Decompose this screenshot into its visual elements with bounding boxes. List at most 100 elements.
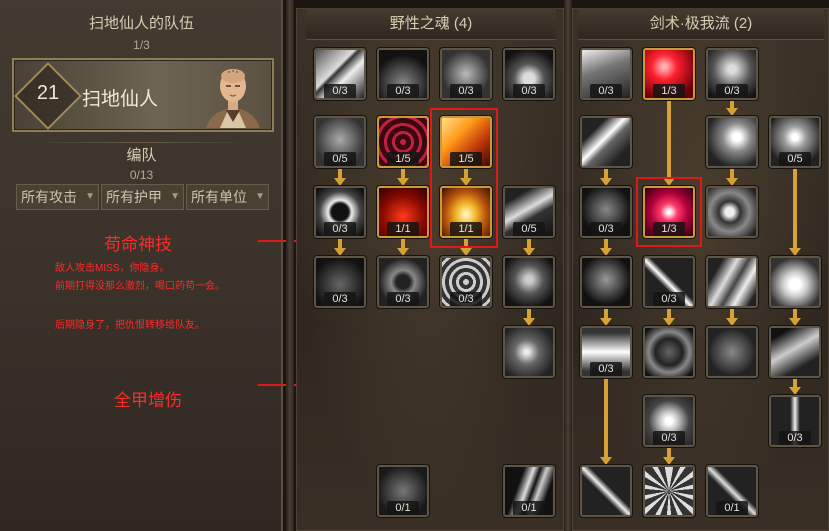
skill-slot-gauntlet[interactable]: 0/3 — [706, 48, 758, 100]
tree-connector — [338, 238, 342, 248]
annotation-title-1: 苟命神技 — [104, 235, 172, 254]
tree-connector — [793, 308, 797, 318]
skill-points: 0/3 — [779, 431, 811, 445]
skill-slot-chevron[interactable]: 0/3 — [580, 326, 632, 378]
tree-connector — [338, 168, 342, 178]
skill-points: 1/3 — [653, 84, 685, 98]
skill-slot-blades[interactable] — [706, 256, 758, 308]
arrow-down-icon — [460, 248, 472, 256]
skill-slot-sphere[interactable]: 0/5 — [769, 116, 821, 168]
skill-slot-web[interactable]: 1/5 — [377, 116, 429, 168]
chevron-down-icon: ▼ — [85, 191, 95, 202]
tree-connector — [604, 168, 608, 178]
skill-points: 0/3 — [590, 362, 622, 376]
skill-slot-slash[interactable] — [580, 116, 632, 168]
skill-slot-crossed-swords[interactable]: 0/1 — [706, 465, 758, 517]
skill-slot-helm[interactable]: 0/3 — [580, 48, 632, 100]
tree-connector — [667, 100, 671, 178]
skill-slot-twist[interactable] — [643, 326, 695, 378]
arrow-down-icon — [334, 248, 346, 256]
skill-slot-spike-ball[interactable]: 0/3 — [377, 256, 429, 308]
tree-connector — [527, 308, 531, 318]
skill-slot-eye-ball[interactable] — [706, 186, 758, 238]
tree-connector — [604, 238, 608, 248]
skill-slot-fangs[interactable]: 0/3 — [314, 186, 366, 238]
skill-slot-sword-up[interactable]: 0/3 — [769, 395, 821, 447]
skill-slot-skull[interactable] — [503, 256, 555, 308]
blades-icon — [708, 258, 756, 306]
skill-slot-rock-fist[interactable]: 0/3 — [440, 48, 492, 100]
skill-points: 0/5 — [779, 152, 811, 166]
annotation-desc-line: 后期隐身了，把仇恨转移给队友。 — [55, 320, 205, 331]
filter-attack[interactable]: 所有攻击 ▼ — [16, 184, 99, 210]
skill-slot-ogre[interactable]: 0/1 — [377, 465, 429, 517]
filter-unit[interactable]: 所有单位 ▼ — [186, 184, 269, 210]
skill-slot-whirl[interactable]: 0/5 — [503, 186, 555, 238]
skill-slot-wolf[interactable]: 0/5 — [314, 116, 366, 168]
skill-points: 0/1 — [387, 501, 419, 515]
hero-card[interactable]: 21 扫地仙人 — [12, 58, 274, 132]
tree-connector — [667, 447, 671, 457]
hero-portrait — [206, 69, 260, 128]
filter-armor[interactable]: 所有护甲 ▼ — [101, 184, 184, 210]
skill-points: 0/3 — [716, 84, 748, 98]
tree-connector — [730, 100, 734, 108]
skill-points: 0/3 — [653, 431, 685, 445]
skill-slot-cross-slash[interactable]: 0/3 — [643, 256, 695, 308]
skill-slot-sword-rays[interactable] — [643, 465, 695, 517]
filter-attack-label: 所有攻击 — [21, 189, 77, 205]
skill-slot-quills[interactable]: 0/3 — [377, 48, 429, 100]
tree-connector — [793, 168, 797, 248]
arrow-down-icon — [789, 387, 801, 395]
skill-slot-glow-heart[interactable] — [769, 256, 821, 308]
skill-slot-red-flash[interactable]: 1/3 — [643, 48, 695, 100]
skill-points: 0/1 — [513, 501, 545, 515]
formation-title: 编队 — [126, 147, 157, 164]
tree-header-sword: 剑术·极我流 (2) — [578, 8, 824, 40]
highlight-box — [636, 177, 702, 247]
arrow-down-icon — [789, 248, 801, 256]
skill-slot-heart[interactable]: 0/3 — [314, 256, 366, 308]
team-panel: 扫地仙人的队伍 1/3 21 扫地仙人 编队 0/13 所有攻击 ▼ 所有护甲 … — [0, 0, 283, 531]
skill-slot-claw-slash[interactable]: 0/3 — [314, 48, 366, 100]
arrow-down-icon — [600, 248, 612, 256]
arrow-down-icon — [523, 318, 535, 326]
skill-slot-spiral[interactable]: 0/3 — [440, 256, 492, 308]
skill-slot-horns[interactable] — [580, 256, 632, 308]
panel-separator — [564, 0, 572, 531]
tree-connector — [604, 378, 608, 457]
skill-slot-crescent[interactable] — [706, 116, 758, 168]
slash-icon — [582, 118, 630, 166]
tree-connector — [527, 238, 531, 248]
tree-connector — [667, 308, 671, 318]
chevron-down-icon: ▼ — [255, 191, 265, 202]
tree-connector — [793, 378, 797, 387]
skill-slot-star-burst[interactable]: 0/3 — [643, 395, 695, 447]
fist-icon — [708, 328, 756, 376]
skill-points: 0/3 — [450, 84, 482, 98]
skill-slot-twin-blade[interactable]: 0/1 — [503, 465, 555, 517]
sword-rays-icon — [645, 467, 693, 515]
skill-slot-fist[interactable] — [706, 326, 758, 378]
skill-points: 0/3 — [513, 84, 545, 98]
highlight-box — [430, 108, 498, 248]
skill-points: 0/3 — [324, 292, 356, 306]
vortex-icon — [505, 328, 553, 376]
blade-x-icon — [582, 467, 630, 515]
arrow-down-icon — [334, 178, 346, 186]
skill-slot-wind[interactable] — [769, 326, 821, 378]
skill-slot-blade-x[interactable] — [580, 465, 632, 517]
skill-points: 0/3 — [387, 84, 419, 98]
tree-connector — [401, 238, 405, 248]
skill-points: 0/3 — [653, 292, 685, 306]
skill-slot-red-maw[interactable]: 1/1 — [377, 186, 429, 238]
skill-slot-paw[interactable]: 0/3 — [503, 48, 555, 100]
arrow-down-icon — [600, 318, 612, 326]
twist-icon — [645, 328, 693, 376]
arrow-down-icon — [726, 178, 738, 186]
skill-slot-vortex[interactable] — [503, 326, 555, 378]
skill-slot-demon[interactable]: 0/3 — [580, 186, 632, 238]
panel-separator — [286, 0, 294, 531]
skill-points: 1/5 — [387, 152, 419, 166]
annotation-title-2: 全甲增伤 — [114, 391, 182, 410]
